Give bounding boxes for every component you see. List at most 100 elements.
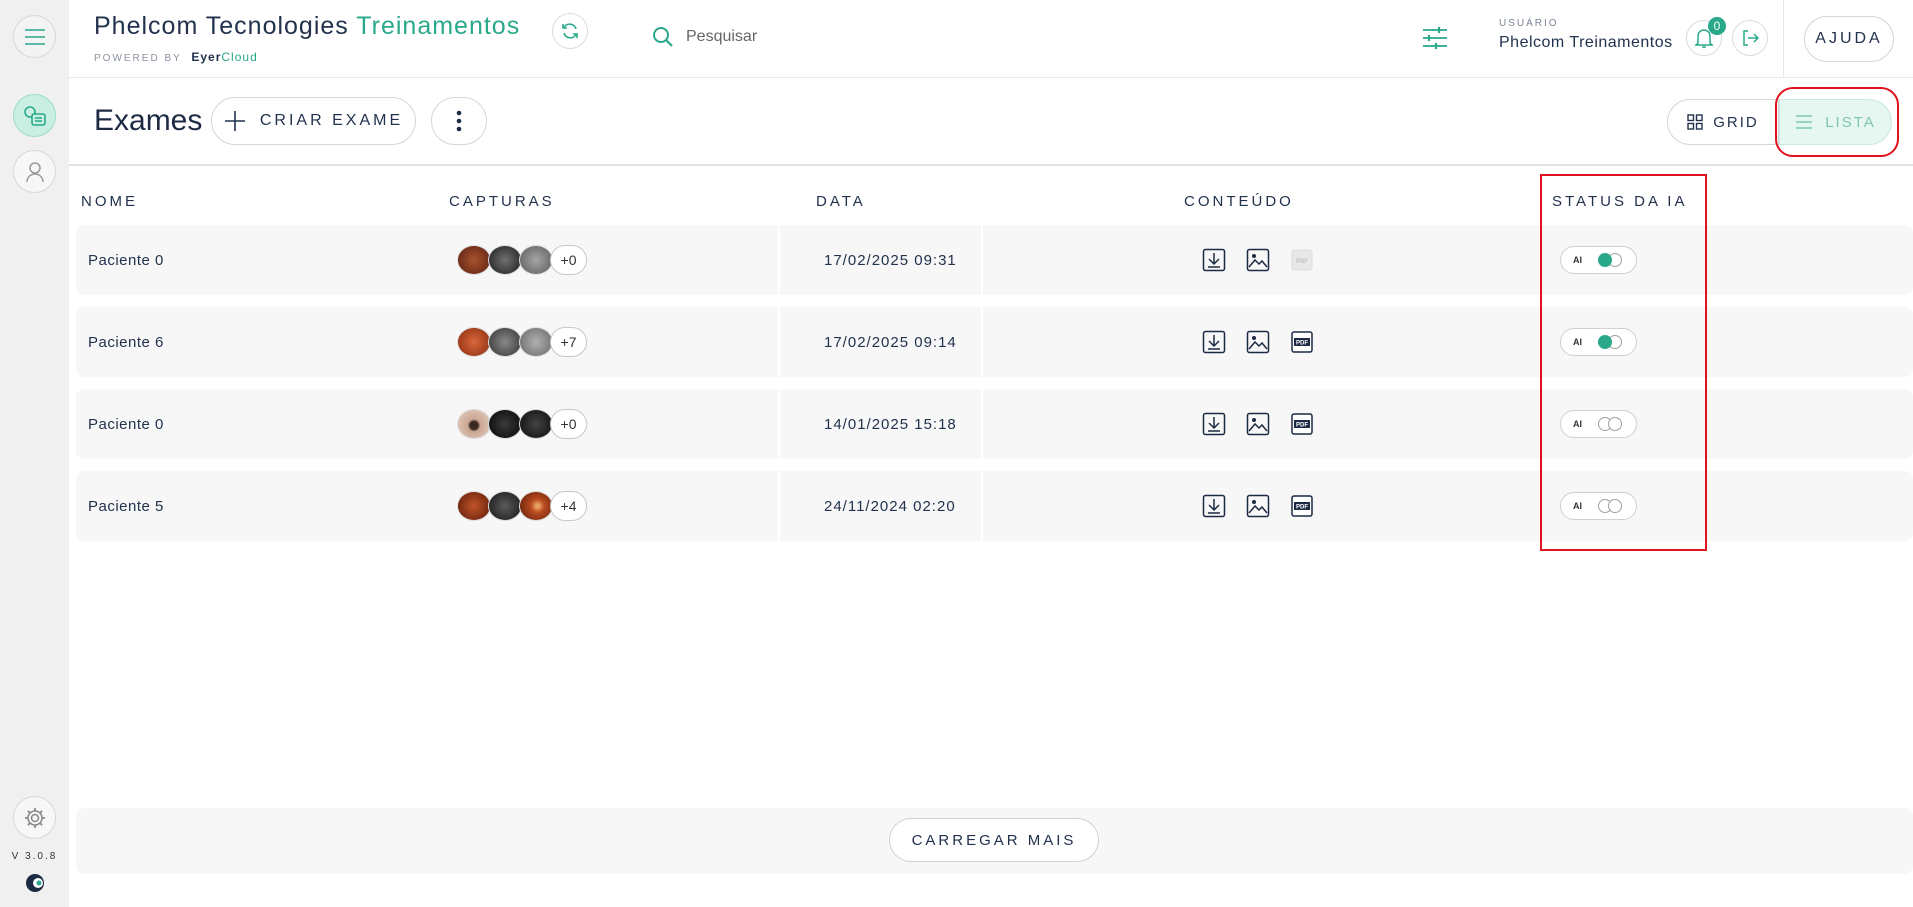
more-captures-count: +4 — [550, 491, 587, 521]
more-options-button[interactable] — [431, 97, 487, 145]
capture-thumbnail — [457, 327, 491, 357]
row-separator — [778, 471, 780, 541]
patient-name: Paciente 0 — [88, 251, 164, 269]
more-captures-count: +7 — [550, 327, 587, 357]
pdf-icon[interactable]: PDF — [1290, 494, 1314, 518]
row-separator — [778, 389, 780, 459]
patient-name: Paciente 5 — [88, 497, 164, 515]
more-vertical-icon — [456, 110, 462, 132]
exams-nav-icon[interactable] — [13, 94, 56, 137]
content-actions: PDF — [1202, 389, 1314, 459]
settings-gear-icon[interactable] — [13, 796, 56, 839]
capture-thumbnail — [519, 327, 553, 357]
image-icon[interactable] — [1246, 248, 1270, 272]
svg-text:PDF: PDF — [1296, 423, 1308, 429]
svg-text:PDF: PDF — [1296, 259, 1308, 265]
patient-name: Paciente 6 — [88, 333, 164, 351]
exam-date: 17/02/2025 09:14 — [824, 333, 957, 351]
filter-sliders-icon — [1423, 27, 1447, 49]
powered-by: POWERED BY EyerCloud — [94, 50, 258, 64]
menu-icon[interactable] — [13, 15, 56, 58]
capture-thumbnails: +0 — [457, 225, 587, 295]
capture-thumbnail — [457, 245, 491, 275]
refresh-icon — [562, 23, 578, 39]
version-label: V 3.0.8 — [11, 851, 58, 862]
header-divider — [1783, 0, 1784, 78]
user-name: Phelcom Treinamentos — [1499, 34, 1673, 51]
content-actions: PDF — [1202, 307, 1314, 377]
download-icon[interactable] — [1202, 494, 1226, 518]
capture-thumbnail — [519, 245, 553, 275]
grid-view-label: GRID — [1713, 113, 1759, 131]
capture-thumbnail — [488, 327, 522, 357]
create-exam-label: CRIAR EXAME — [259, 112, 404, 129]
patients-nav-icon[interactable] — [13, 150, 56, 193]
content-actions: PDF — [1202, 225, 1314, 295]
capture-thumbnail — [488, 409, 522, 439]
row-separator — [981, 471, 983, 541]
image-icon[interactable] — [1246, 494, 1270, 518]
download-icon[interactable] — [1202, 248, 1226, 272]
capture-thumbnails: +0 — [457, 389, 587, 459]
column-header-name: NOME — [81, 193, 138, 210]
more-captures-count: +0 — [550, 409, 587, 439]
exam-date: 14/01/2025 15:18 — [824, 415, 957, 433]
grid-view-button[interactable]: GRID — [1667, 99, 1779, 145]
grid-icon — [1687, 114, 1703, 130]
filters-button[interactable] — [1422, 26, 1448, 55]
table-footer: CARREGAR MAIS — [76, 808, 1913, 874]
logout-button[interactable] — [1732, 20, 1768, 56]
sidebar: V 3.0.8 — [0, 0, 69, 907]
svg-text:PDF: PDF — [1296, 505, 1308, 511]
image-icon[interactable] — [1246, 330, 1270, 354]
pdf-icon-disabled: PDF — [1290, 248, 1314, 272]
row-separator — [981, 225, 983, 295]
search-icon — [653, 27, 673, 47]
top-header: Phelcom Tecnologies Treinamentos POWERED… — [69, 0, 1913, 78]
row-separator — [778, 307, 780, 377]
patient-name: Paciente 0 — [88, 415, 164, 433]
image-icon[interactable] — [1246, 412, 1270, 436]
brand-main: Phelcom Tecnologies — [94, 12, 349, 40]
search-input[interactable] — [686, 28, 986, 46]
brand-accent: Treinamentos — [356, 12, 521, 40]
search-bar — [652, 26, 986, 48]
more-captures-count: +0 — [550, 245, 587, 275]
notifications-badge: 0 — [1708, 17, 1726, 35]
svg-text:PDF: PDF — [1296, 341, 1308, 347]
exam-date: 17/02/2025 09:31 — [824, 251, 957, 269]
help-button[interactable]: AJUDA — [1804, 16, 1894, 62]
capture-thumbnail — [488, 491, 522, 521]
load-more-button[interactable]: CARREGAR MAIS — [889, 818, 1099, 862]
capture-thumbnails: +7 — [457, 307, 587, 377]
row-separator — [778, 225, 780, 295]
download-icon[interactable] — [1202, 330, 1226, 354]
capture-thumbnail — [457, 491, 491, 521]
download-icon[interactable] — [1202, 412, 1226, 436]
capture-thumbnail — [488, 245, 522, 275]
row-separator — [981, 389, 983, 459]
column-header-captures: CAPTURAS — [449, 193, 555, 210]
capture-thumbnail — [519, 491, 553, 521]
exams-toolbar: Exames CRIAR EXAME GRID LISTA — [69, 78, 1913, 166]
refresh-button[interactable] — [552, 13, 588, 49]
pdf-icon[interactable]: PDF — [1290, 330, 1314, 354]
exam-date: 24/11/2024 02:20 — [824, 497, 956, 515]
page-title: Exames — [94, 104, 203, 137]
capture-thumbnails: +4 — [457, 471, 587, 541]
ai-status-highlight — [1540, 174, 1707, 551]
column-header-content: CONTEÚDO — [1184, 193, 1294, 210]
powered-by-brand: EyerCloud — [191, 50, 257, 64]
capture-thumbnail — [519, 409, 553, 439]
pdf-icon[interactable]: PDF — [1290, 412, 1314, 436]
powered-by-label: POWERED BY — [94, 53, 182, 64]
create-exam-button[interactable]: CRIAR EXAME — [211, 97, 416, 145]
user-info: USUÁRIO Phelcom Treinamentos — [1499, 18, 1673, 52]
app-brand: Phelcom Tecnologies Treinamentos — [94, 12, 520, 41]
list-view-highlight — [1775, 87, 1899, 157]
capture-thumbnail — [457, 409, 491, 439]
user-label: USUÁRIO — [1499, 18, 1559, 29]
powered-brand-b: Cloud — [221, 50, 258, 64]
content-actions: PDF — [1202, 471, 1314, 541]
powered-brand-a: Eyer — [191, 50, 222, 64]
